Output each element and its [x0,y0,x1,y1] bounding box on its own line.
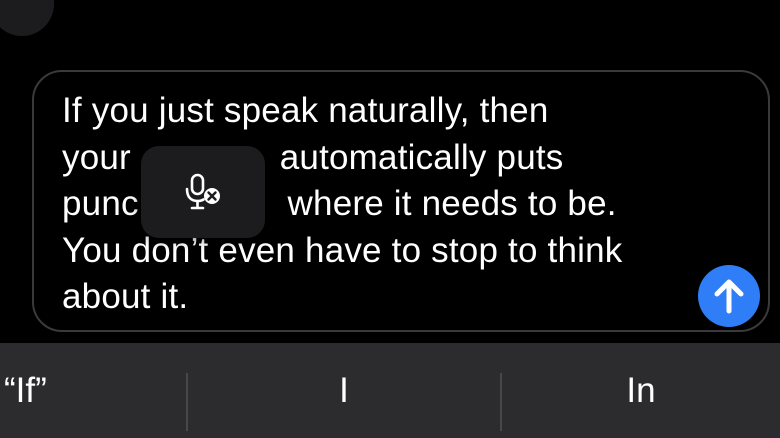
suggestion-1[interactable]: “If” [0,343,186,438]
dictation-popup[interactable] [141,146,265,238]
arrow-up-icon [714,279,744,314]
microphone-slash-icon [185,173,220,210]
messages-compose-screen: If you just speak naturally, then your a… [0,0,780,438]
top-left-button[interactable] [0,0,54,36]
suggestion-3[interactable]: In [502,343,780,438]
message-line: your automatically puts [62,137,564,177]
send-button[interactable] [698,265,760,327]
message-line: about it. [62,277,189,316]
suggestion-2[interactable]: I [188,343,500,438]
predictive-text-bar: “If” I In [0,343,780,438]
message-line: You don’t even have to stop to think [62,230,623,270]
message-line: If you just speak naturally, then [62,91,549,130]
